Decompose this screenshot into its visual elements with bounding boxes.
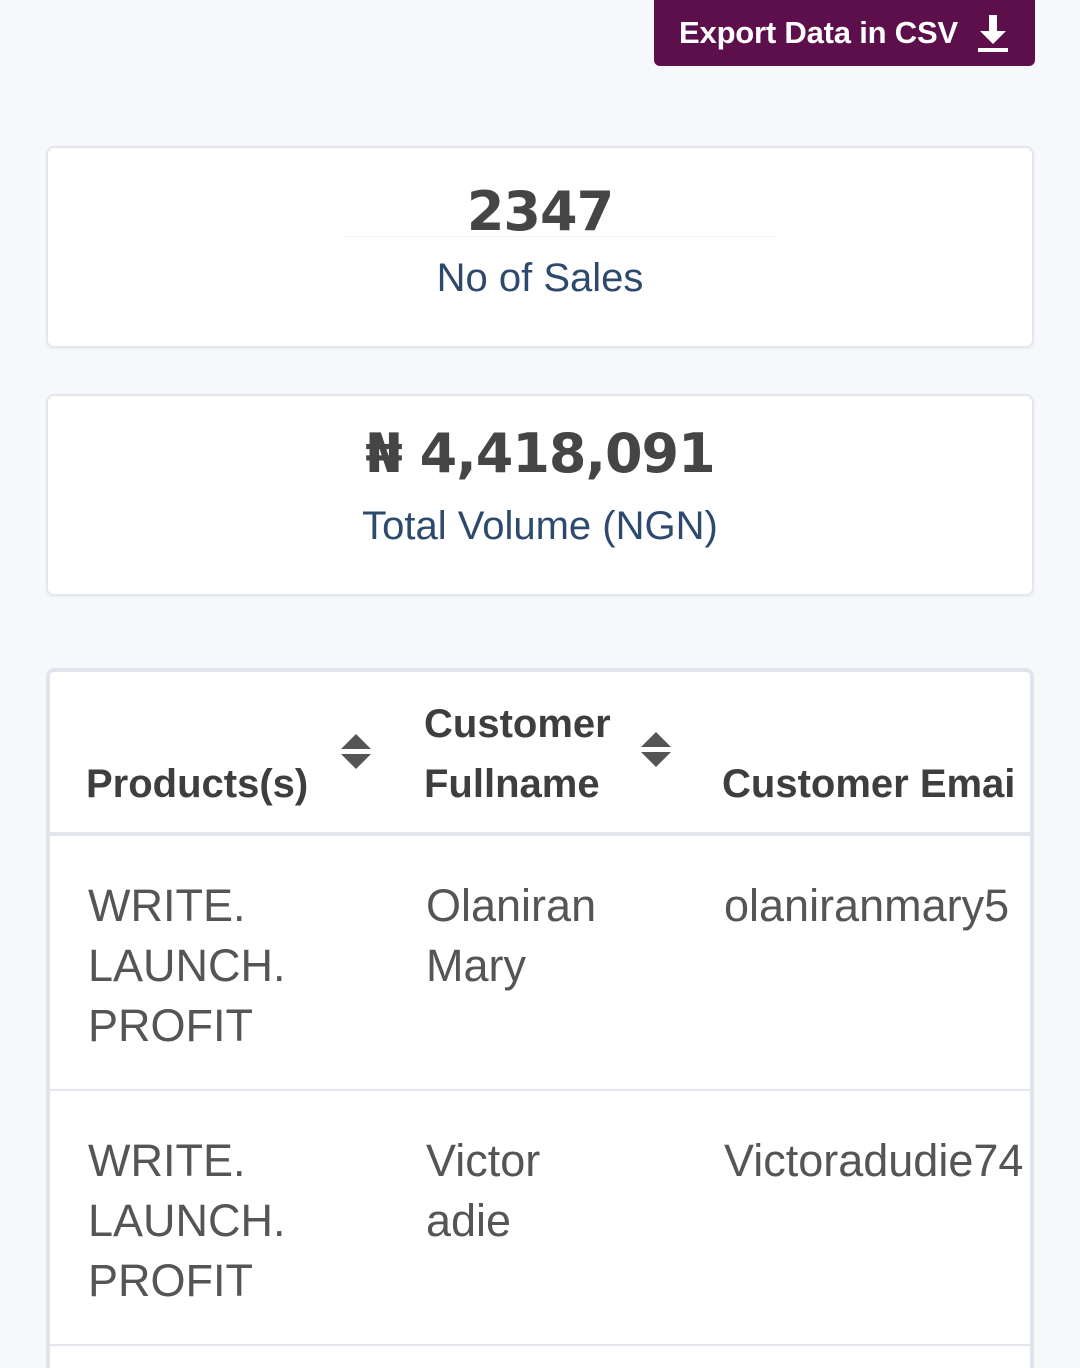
column-header-customer-fullname[interactable]: Customer Fullname xyxy=(424,694,611,814)
sort-icon[interactable] xyxy=(640,730,672,770)
export-csv-button[interactable]: Export Data in CSV xyxy=(654,0,1035,66)
total-volume-card: ₦ 4,418,091 Total Volume (NGN) xyxy=(46,394,1034,596)
download-icon xyxy=(977,15,1008,52)
total-volume-label: Total Volume (NGN) xyxy=(362,504,718,548)
total-volume-value: ₦ 4,418,091 xyxy=(365,422,715,485)
table-header: Products(s) Customer Fullname Customer E… xyxy=(50,672,1030,836)
sales-count-label: No of Sales xyxy=(436,256,644,300)
cell-email: Victoradudie74 xyxy=(724,1135,1024,1186)
column-header-customer-email[interactable]: Customer Emai xyxy=(722,754,1015,814)
export-csv-label: Export Data in CSV xyxy=(679,15,958,50)
sales-count-value: 2347 xyxy=(466,180,614,243)
table-row[interactable]: WRITE. LAUNCH. PROFIT Olaniran Mary olan… xyxy=(50,836,1030,1091)
table-row[interactable]: WRITE. LAUNCH. PROFIT Victor adie Victor… xyxy=(50,1091,1030,1346)
sales-count-card: 2347 No of Sales xyxy=(46,146,1034,348)
sort-icon[interactable] xyxy=(340,732,372,772)
cell-email: olaniranmary5 xyxy=(724,880,1010,931)
cell-fullname: Victor adie xyxy=(426,1135,541,1246)
cell-product: WRITE. LAUNCH. PROFIT xyxy=(88,1135,286,1306)
cell-fullname: Olaniran Mary xyxy=(426,880,597,991)
card-divider xyxy=(344,236,774,237)
cell-product: WRITE. LAUNCH. PROFIT xyxy=(88,880,286,1051)
column-header-products[interactable]: Products(s) xyxy=(86,754,308,814)
sales-table[interactable]: Products(s) Customer Fullname Customer E… xyxy=(46,668,1034,1368)
